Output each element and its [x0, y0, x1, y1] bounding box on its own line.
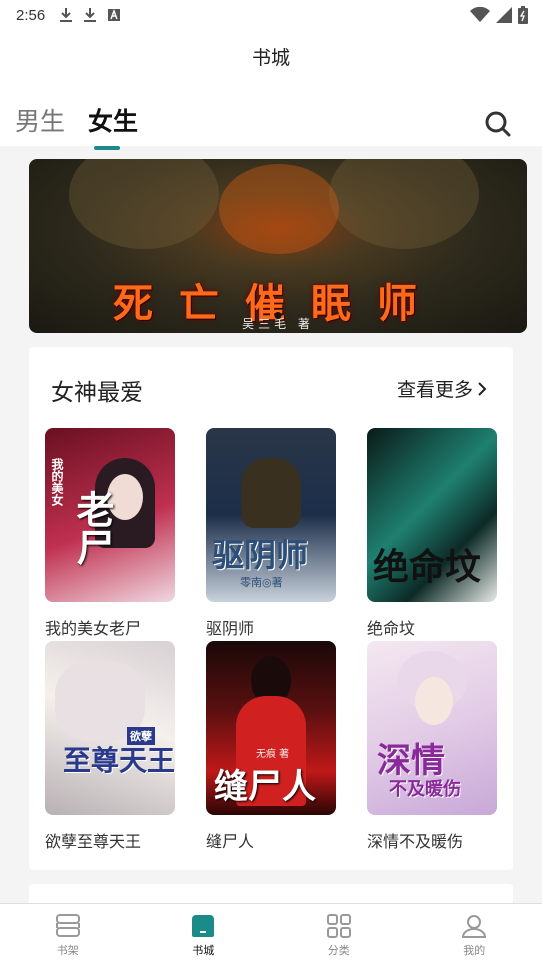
cover-subtitle: 不及暖伤 — [389, 779, 461, 800]
tab-indicator — [94, 146, 120, 150]
nav-bookshelf[interactable]: 书架 — [0, 904, 136, 965]
nav-label: 书架 — [56, 944, 79, 957]
book-title: 欲孽至尊天王 — [45, 832, 142, 851]
cover-title: 缝尸人 — [214, 767, 316, 807]
book-title: 我的美女老尸 — [45, 619, 142, 638]
profile-icon — [462, 915, 487, 938]
recommend-section: 女神最爱 查看更多 老尸 我的美女 我的美女老尸 驱阴师 零南◎著 驱阴师 绝命… — [29, 347, 513, 870]
book-card[interactable]: 驱阴师 零南◎著 驱阴师 — [206, 428, 336, 639]
cover-subtitle: 我的美女 — [50, 458, 64, 506]
book-cover: 老尸 我的美女 — [45, 428, 175, 602]
view-more-link[interactable]: 查看更多 — [397, 375, 487, 402]
bottom-nav: 书架 书城 分类 我的 — [0, 903, 542, 965]
book-title: 驱阴师 — [206, 619, 255, 638]
section-title: 女神最爱 — [51, 380, 143, 406]
cover-subtitle: 无痕 著 — [256, 749, 290, 760]
book-cover: 深情 不及暖伤 — [367, 641, 497, 815]
cover-title: 老尸 — [70, 490, 115, 566]
page-title: 书城 — [0, 30, 542, 82]
book-card[interactable]: 缝尸人 无痕 著 缝尸人 — [206, 641, 336, 852]
cover-subtitle: 欲孽 — [127, 727, 155, 745]
nav-bookstore[interactable]: 书城 — [136, 904, 272, 965]
book-title: 深情不及暖伤 — [367, 832, 464, 851]
nav-label: 我的 — [463, 944, 486, 957]
cover-subtitle: 零南◎著 — [240, 576, 283, 589]
channel-tabs: 男生 女生 — [0, 82, 542, 150]
search-icon[interactable] — [484, 110, 512, 138]
book-card[interactable]: 老尸 我的美女 我的美女老尸 — [45, 428, 175, 639]
nav-label: 书城 — [192, 944, 215, 957]
book-title: 绝命坟 — [367, 619, 416, 638]
book-cover: 绝命坟 — [367, 428, 497, 602]
signal-icon — [496, 7, 512, 23]
chevron-right-icon — [478, 381, 487, 396]
carousel-indicator — [274, 312, 282, 319]
banner-carousel[interactable]: 死亡催眠师 吴三毛 著 — [29, 159, 527, 333]
nav-label: 分类 — [327, 944, 350, 957]
book-cover: 至尊天王 欲孽 — [45, 641, 175, 815]
cover-title: 绝命坟 — [373, 546, 482, 588]
book-cover: 驱阴师 零南◎著 — [206, 428, 336, 602]
status-time: 2:56 — [16, 6, 46, 24]
download-icon — [60, 8, 73, 22]
cover-title: 至尊天王 — [63, 744, 175, 777]
wifi-icon — [470, 7, 490, 22]
tab-female[interactable]: 女生 — [88, 102, 138, 138]
book-card[interactable]: 深情 不及暖伤 深情不及暖伤 — [367, 641, 497, 852]
status-bar: 2:56 — [0, 0, 542, 30]
book-card[interactable]: 绝命坟 绝命坟 — [367, 428, 497, 639]
nav-category[interactable]: 分类 — [271, 904, 407, 965]
view-more-label: 查看更多 — [396, 379, 473, 401]
book-title: 缝尸人 — [206, 832, 255, 851]
app-notification-icon — [108, 8, 121, 21]
category-icon — [326, 914, 351, 938]
bookshelf-icon — [55, 914, 80, 937]
book-card[interactable]: 至尊天王 欲孽 欲孽至尊天王 — [45, 641, 175, 852]
cover-title: 驱阴师 — [212, 536, 309, 574]
tab-male[interactable]: 男生 — [15, 102, 65, 138]
nav-profile[interactable]: 我的 — [407, 904, 542, 965]
bookstore-icon — [192, 915, 215, 937]
download-icon — [84, 8, 97, 22]
battery-icon — [518, 6, 528, 24]
book-cover: 缝尸人 无痕 著 — [206, 641, 336, 815]
